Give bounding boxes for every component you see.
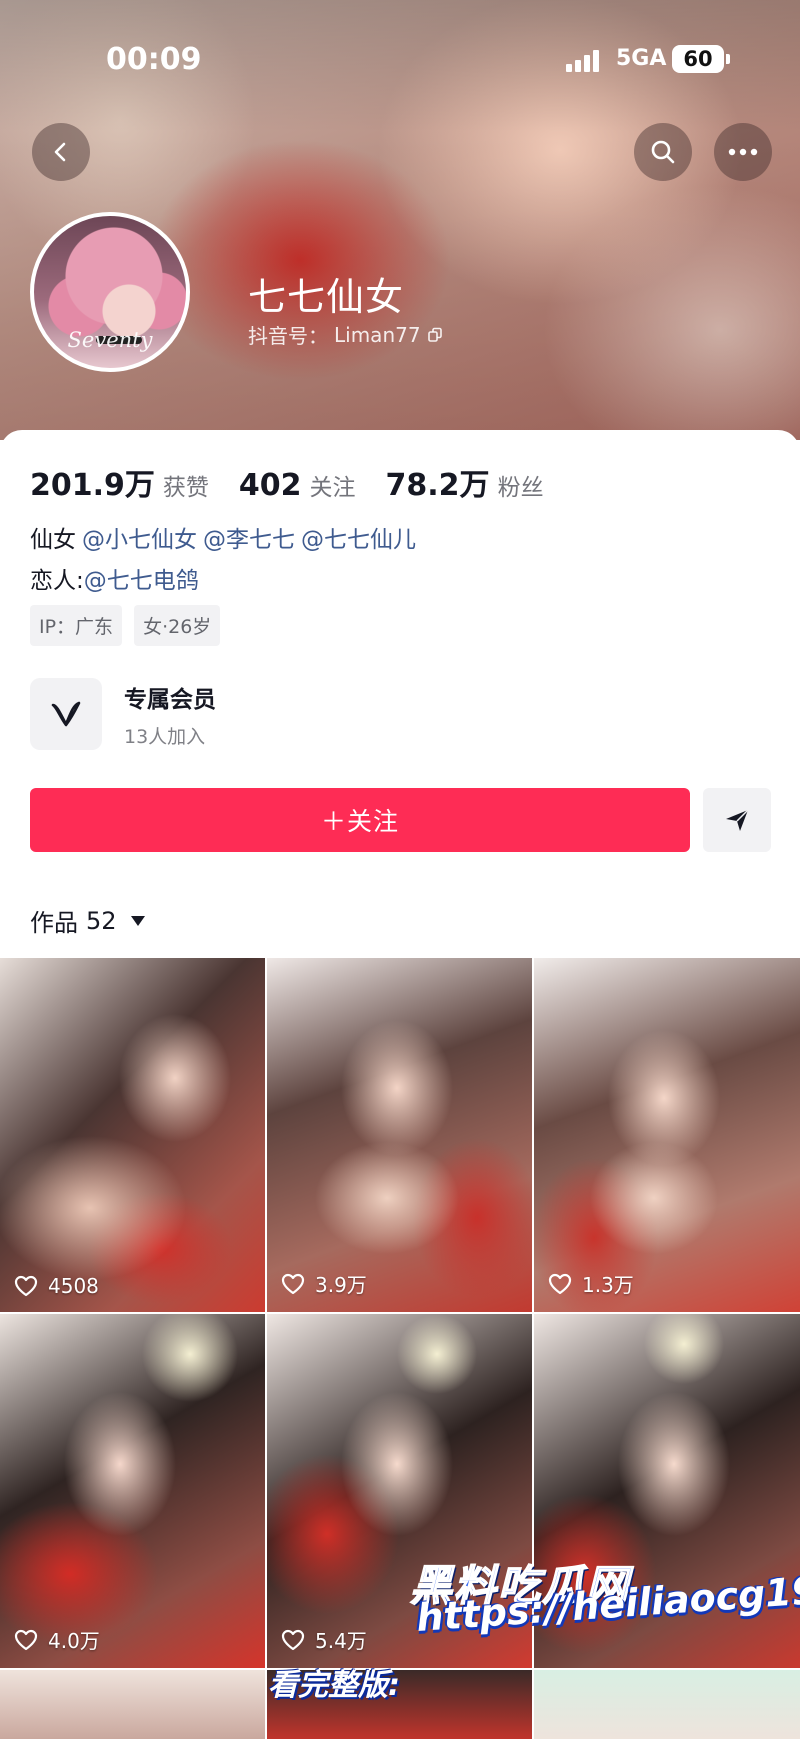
bio-line-1: 仙女 @小七仙女 @李七七 @七七仙儿 [30, 520, 416, 554]
profile-nickname: 七七仙女 [248, 275, 405, 319]
video-thumbnail[interactable]: 3.9万 [267, 958, 532, 1312]
avatar[interactable]: Seventy [30, 212, 190, 372]
bio-line-2: 恋人:@七七电鸽 [30, 561, 199, 595]
stat-followers[interactable]: 78.2万 粉丝 [386, 460, 544, 504]
douyin-id-label: 抖音号： [248, 324, 328, 348]
bio-mention[interactable]: @七七电鸽 [84, 568, 199, 594]
profile-tags: IP：广东 女·26岁 [30, 605, 221, 646]
video-likes-count: 4.0万 [48, 1629, 100, 1653]
avatar-signature: Seventy [67, 328, 153, 352]
heart-icon [14, 1275, 38, 1297]
video-likes: 5.4万 [281, 1625, 367, 1654]
works-tab[interactable]: 作品 52 [30, 903, 145, 938]
tag-ip-location: IP：广东 [30, 605, 123, 646]
heart-icon [281, 1273, 305, 1294]
bio-text: 仙女 [30, 527, 76, 553]
stat-value: 402 [238, 468, 302, 503]
video-thumbnail[interactable] [534, 1670, 800, 1739]
video-likes-count: 3.9万 [315, 1273, 367, 1297]
stat-likes[interactable]: 201.9万 获赞 [30, 460, 209, 504]
status-time: 00:09 [106, 42, 202, 77]
bio-mention[interactable]: @七七仙儿 [301, 527, 416, 553]
membership-subtitle: 13人加入 [124, 725, 206, 748]
signal-icon [566, 48, 606, 72]
follow-button[interactable]: ＋关注 [30, 788, 690, 852]
stat-value: 201.9万 [30, 468, 155, 503]
video-thumbnail[interactable]: 1.3万 [534, 958, 800, 1312]
membership-title: 专属会员 [124, 686, 216, 713]
heart-icon [281, 1629, 305, 1650]
back-button[interactable] [32, 123, 90, 181]
bio-mention[interactable]: @小七仙女 [82, 527, 197, 553]
copy-icon[interactable] [427, 327, 443, 343]
douyin-id-value: Liman77 [334, 322, 421, 347]
send-icon [726, 809, 749, 831]
network-type: 5GA [616, 46, 667, 71]
stat-label: 粉丝 [497, 475, 544, 501]
profile-stats: 201.9万 获赞 402 关注 78.2万 粉丝 [30, 460, 574, 504]
heart-icon [14, 1629, 38, 1650]
video-likes-count: 5.4万 [315, 1629, 367, 1653]
more-dots-icon [728, 148, 758, 156]
stat-label: 关注 [309, 475, 356, 501]
bio-mention[interactable]: @李七七 [203, 527, 295, 553]
more-button[interactable] [714, 123, 772, 181]
caret-down-icon [130, 915, 145, 926]
membership-entry[interactable]: 专属会员 13人加入 [30, 678, 216, 750]
stat-label: 获赞 [162, 475, 209, 501]
video-likes: 3.9万 [281, 1269, 367, 1298]
video-likes: 1.3万 [548, 1269, 634, 1298]
bio-text: 恋人: [30, 568, 84, 594]
profile-card: 201.9万 获赞 402 关注 78.2万 粉丝 仙女 @小七仙女 @李七七 @七七… [0, 430, 800, 1739]
video-likes-count: 1.3万 [582, 1273, 634, 1297]
watermark-url-label: 看完整版: [268, 1668, 400, 1703]
heart-icon [548, 1273, 572, 1294]
douyin-id-row[interactable]: 抖音号： Liman77 [248, 320, 443, 349]
tag-gender-age: 女·26岁 [134, 605, 221, 646]
chevron-left-icon [54, 142, 66, 162]
search-icon [651, 140, 675, 164]
share-button[interactable] [703, 788, 771, 852]
works-count: 52 [86, 906, 117, 935]
stat-value: 78.2万 [385, 468, 490, 503]
video-likes-count: 4508 [48, 1274, 99, 1298]
video-likes: 4.0万 [14, 1625, 100, 1654]
stat-following[interactable]: 402 关注 [239, 468, 356, 503]
battery-icon: 60 [672, 45, 730, 73]
works-label: 作品 [30, 909, 78, 937]
membership-v-icon [30, 678, 102, 750]
video-thumbnail[interactable]: 4.0万 [0, 1314, 265, 1668]
search-button[interactable] [634, 123, 692, 181]
video-grid: 4508 3.9万 1.3万 4.0万 5.4万 [0, 958, 800, 1739]
video-thumbnail[interactable] [0, 1670, 265, 1739]
status-bar: 00:09 5GA 60 [0, 0, 800, 110]
video-thumbnail[interactable]: 4508 [0, 958, 265, 1312]
video-likes: 4508 [14, 1274, 99, 1298]
